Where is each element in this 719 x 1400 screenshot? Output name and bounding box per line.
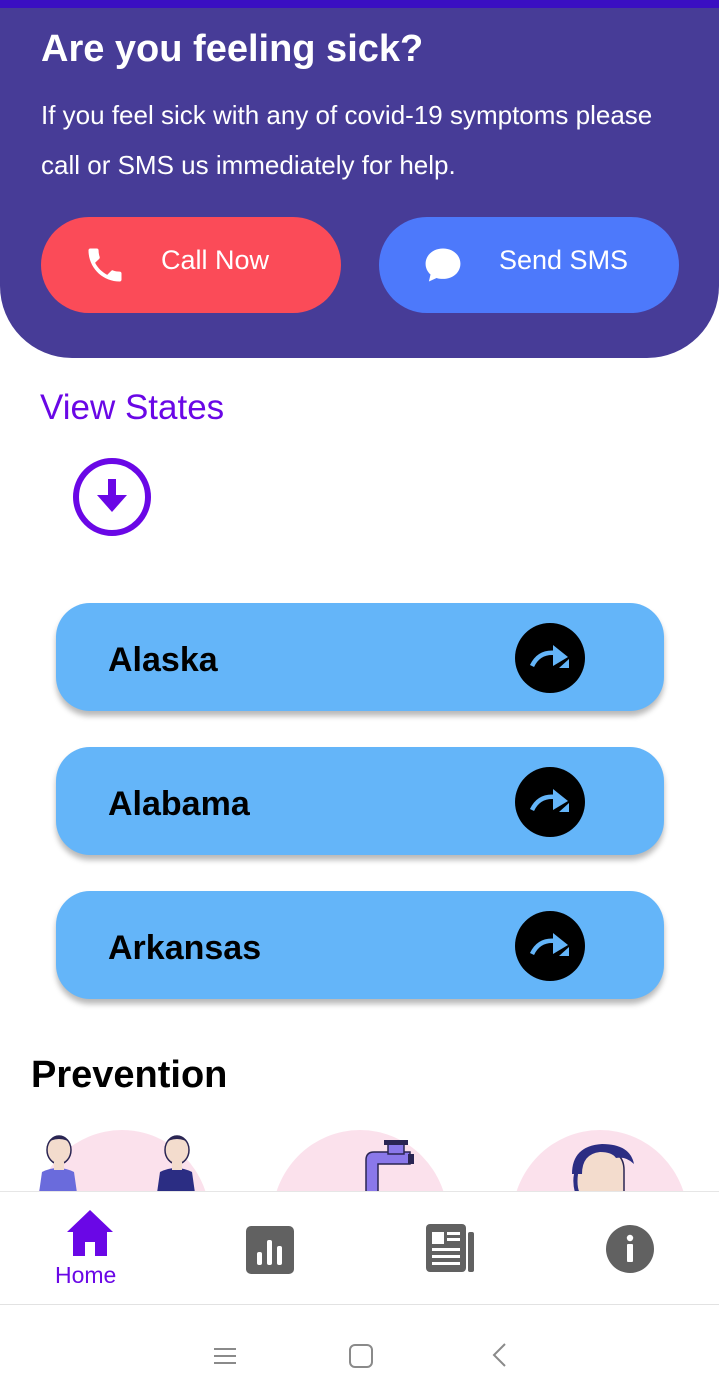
- back-icon[interactable]: [480, 1335, 520, 1375]
- share-forward-icon[interactable]: [515, 623, 585, 693]
- prevention-cards-row: [0, 1126, 719, 1192]
- stats-icon: [246, 1226, 294, 1274]
- wear-mask-illustration[interactable]: [512, 1130, 690, 1192]
- state-name: Alaska: [108, 641, 218, 679]
- wash-hands-illustration[interactable]: [272, 1130, 448, 1192]
- state-card-alaska[interactable]: Alaska: [56, 603, 664, 711]
- nav-news[interactable]: [384, 1192, 514, 1304]
- status-bar-strip: [0, 0, 719, 8]
- state-name: Arkansas: [108, 929, 262, 967]
- share-forward-icon[interactable]: [515, 767, 585, 837]
- state-card-arkansas[interactable]: Arkansas: [56, 891, 664, 999]
- news-icon: [426, 1224, 474, 1272]
- chat-bubble-icon: [421, 243, 465, 287]
- state-name: Alabama: [108, 785, 250, 823]
- home-icon: [67, 1210, 113, 1256]
- home-square-icon[interactable]: [341, 1335, 381, 1375]
- call-now-button[interactable]: Call Now: [41, 217, 341, 313]
- info-icon: [606, 1225, 654, 1273]
- nav-info[interactable]: [565, 1192, 695, 1304]
- nav-home[interactable]: Home: [24, 1192, 154, 1304]
- send-sms-label: Send SMS: [499, 245, 629, 275]
- menu-icon[interactable]: [205, 1335, 245, 1375]
- nav-stats[interactable]: [205, 1192, 335, 1304]
- share-forward-icon[interactable]: [515, 911, 585, 981]
- view-states-link[interactable]: View States: [40, 388, 224, 428]
- call-now-label: Call Now: [161, 245, 270, 275]
- state-card-alabama[interactable]: Alabama: [56, 747, 664, 855]
- banner-title: Are you feeling sick?: [41, 28, 424, 70]
- system-navigation-bar: [0, 1305, 719, 1400]
- prevention-title: Prevention: [31, 1054, 228, 1096]
- avoid-contact-illustration[interactable]: [34, 1130, 214, 1192]
- arrow-down-circle-icon[interactable]: [71, 456, 153, 538]
- bottom-navigation: Home: [0, 1191, 719, 1305]
- banner-description: If you feel sick with any of covid-19 sy…: [41, 100, 653, 180]
- sick-help-banner: Are you feeling sick? If you feel sick w…: [0, 8, 719, 358]
- send-sms-button[interactable]: Send SMS: [379, 217, 679, 313]
- phone-icon: [83, 243, 127, 287]
